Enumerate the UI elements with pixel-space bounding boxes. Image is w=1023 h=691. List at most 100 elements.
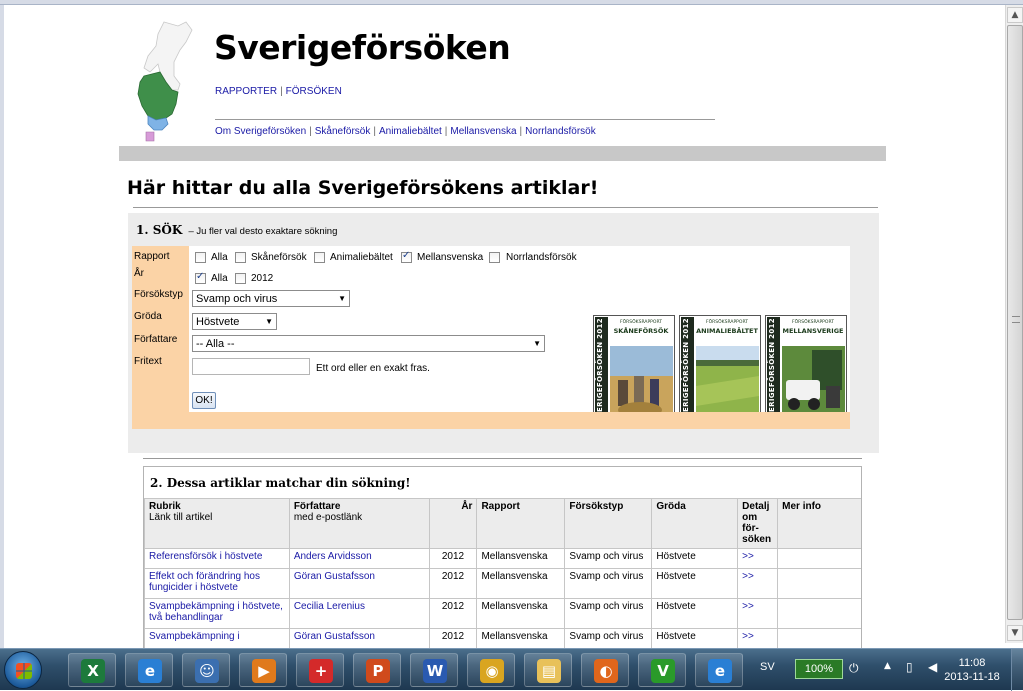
fritext-label: Fritext (134, 356, 162, 367)
topnav-rapporter-link[interactable]: RAPPORTER (215, 86, 277, 97)
taskbar-app-button[interactable]: P (353, 653, 401, 687)
trial-type-cell: Svamp och virus (564, 548, 653, 569)
taskbar-app-button[interactable]: ☺ (182, 653, 230, 687)
show-hidden-icons-icon[interactable]: ▲ (884, 661, 891, 671)
report-cell: Mellansvenska (476, 548, 566, 569)
rapport-norrland-checkbox[interactable] (489, 252, 500, 263)
report-cell: Mellansvenska (476, 628, 566, 648)
power-plug-icon[interactable]: ⏻ (849, 661, 865, 675)
col-merinfo[interactable]: Mer info (777, 498, 861, 549)
search-title: 1. SÖK – Ju fler val desto exaktare sökn… (136, 223, 338, 237)
author-email-link[interactable]: Anders Arvidsson (294, 551, 372, 562)
article-link[interactable]: Svampbekämpning i höstvete, två behandli… (149, 601, 283, 623)
subnav-animalie-link[interactable]: Animaliebältet (379, 126, 442, 137)
taskbar-app-button[interactable]: ◉ (467, 653, 515, 687)
rapport-alla-checkbox[interactable] (195, 252, 206, 263)
search-panel: 1. SÖK – Ju fler val desto exaktare sökn… (128, 213, 879, 453)
col-forsokstyp[interactable]: Försökstyp (564, 498, 653, 549)
subnav-om-link[interactable]: Om Sverigeförsöken (215, 126, 306, 137)
col-detalj[interactable]: Detalj om för-söken (737, 498, 779, 549)
col-rubrik[interactable]: Rubrik Länk till artikel (144, 498, 290, 549)
taskbar-app-button[interactable]: X (68, 653, 116, 687)
author-email-link[interactable]: Göran Gustafsson (294, 631, 375, 642)
results-title: 2. Dessa artiklar matchar din sökning! (150, 476, 411, 490)
browser-viewport: Sverigeförsöken RAPPORTER | FÖRSÖKEN Om Sv… (0, 0, 1023, 648)
taskbar-app-button[interactable]: e (125, 653, 173, 687)
search-divider (133, 207, 878, 208)
forfattare-select[interactable]: -- Alla -- ▼ (192, 335, 545, 352)
rapport-animalie-label: Animaliebältet (330, 252, 393, 263)
trial-type-cell: Svamp och virus (564, 628, 653, 648)
subnav-norrland-link[interactable]: Norrlandsförsök (525, 126, 596, 137)
col-rapport[interactable]: Rapport (476, 498, 566, 549)
label-column: Rapport År Försökstyp Gröda Författare F… (132, 246, 189, 429)
col-forfattare[interactable]: Författare med e-postlänk (288, 498, 430, 549)
language-indicator[interactable]: SV (760, 661, 775, 673)
subnav-mellansvenska-link[interactable]: Mellansvenska (450, 126, 516, 137)
scroll-down-icon[interactable]: ▼ (1007, 625, 1023, 641)
groda-select[interactable]: Höstvete ▼ (192, 313, 277, 330)
col-groda[interactable]: Gröda (651, 498, 739, 549)
detail-link[interactable]: >> (742, 551, 754, 562)
internet-explorer-active-icon: e (708, 659, 732, 683)
year-cell: 2012 (428, 628, 478, 648)
more-info-cell (777, 628, 861, 648)
powerpoint-icon: P (366, 659, 390, 683)
topnav-forsoken-link[interactable]: FÖRSÖKEN (286, 86, 342, 97)
system-clock[interactable]: 11:08 2013-11-18 (944, 656, 1000, 684)
trial-type-cell: Svamp och virus (564, 598, 653, 629)
crop-cell: Höstvete (651, 598, 739, 629)
taskbar-app-button[interactable]: ◐ (581, 653, 629, 687)
ok-button[interactable]: OK! (192, 392, 216, 409)
article-link[interactable]: Effekt och förändring hos fungicider i h… (149, 571, 260, 593)
article-link[interactable]: Svampbekämpning i (149, 631, 240, 642)
results-panel: 2. Dessa artiklar matchar din sökning! R… (143, 466, 862, 648)
chrome-icon: ◉ (480, 659, 504, 683)
device-icon[interactable]: ▯ (906, 660, 922, 676)
ar-2012-checkbox[interactable] (235, 273, 246, 284)
detail-link[interactable]: >> (742, 601, 754, 612)
sub-navigation: Om Sverigeförsöken | Skåneförsök | Animalieb… (215, 126, 596, 137)
rapport-skane-checkbox[interactable] (235, 252, 246, 263)
article-link[interactable]: Referensförsök i höstvete (149, 551, 262, 562)
detail-link[interactable]: >> (742, 571, 754, 582)
table-row: Effekt och förändring hos fungicider i h… (144, 568, 861, 599)
taskbar-app-button[interactable]: + (296, 653, 344, 687)
scroll-up-icon[interactable]: ▲ (1007, 7, 1023, 23)
results-table: Rubrik Länk till artikel Författare med e-… (144, 498, 861, 648)
author-email-link[interactable]: Cecilia Lerenius (294, 601, 365, 612)
rapport-alla-label: Alla (211, 252, 228, 263)
detail-link[interactable]: >> (742, 631, 754, 642)
sweden-map-icon[interactable] (134, 20, 200, 142)
header-gray-bar (119, 146, 886, 161)
col-ar[interactable]: År (428, 498, 478, 549)
fritext-input[interactable] (192, 358, 310, 375)
taskbar-app-button[interactable]: e (695, 653, 743, 687)
ar-alla-label: Alla (211, 273, 228, 284)
trial-type-cell: Svamp och virus (564, 568, 653, 599)
show-desktop-button[interactable] (1011, 649, 1023, 691)
forsokstyp-select[interactable]: Svamp och virus ▼ (192, 290, 350, 307)
ar-alla-checkbox[interactable] (195, 271, 206, 284)
taskbar-app-button[interactable]: ▶ (239, 653, 287, 687)
windows-taskbar: Xe ☺ ▶ + P W ◉ ▤ ◐ Ve SV 100% ⏻ ▲ ▯ ◀ 11:08 2013-1… (0, 648, 1023, 691)
table-header-row: Rubrik Länk till artikel Författare med e-… (144, 498, 861, 549)
taskbar-app-button[interactable]: V (638, 653, 686, 687)
taskbar-app-button[interactable]: ▤ (524, 653, 572, 687)
word-icon: W (423, 659, 447, 683)
scrollbar-thumb[interactable] (1007, 25, 1023, 620)
start-button[interactable] (4, 651, 42, 689)
rapport-skane-label: Skåneförsök (251, 252, 307, 263)
internet-explorer-icon: e (138, 659, 162, 683)
year-cell: 2012 (428, 568, 478, 599)
subnav-skane-link[interactable]: Skåneförsök (315, 126, 371, 137)
author-email-link[interactable]: Göran Gustafsson (294, 571, 375, 582)
volume-icon[interactable]: ◀ (928, 660, 944, 676)
window-frame-top (0, 0, 1023, 5)
taskbar-app-button[interactable]: W (410, 653, 458, 687)
rapport-animalie-checkbox[interactable] (314, 252, 325, 263)
vertical-scrollbar[interactable]: ▲ ▼ (1005, 5, 1023, 643)
year-cell: 2012 (428, 548, 478, 569)
rapport-mellansvenska-checkbox[interactable] (401, 250, 412, 263)
battery-indicator[interactable]: 100% (795, 659, 843, 679)
